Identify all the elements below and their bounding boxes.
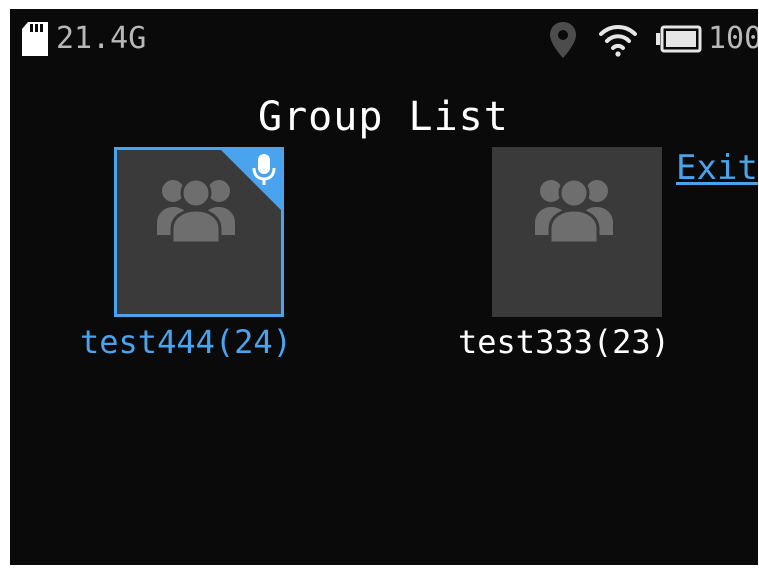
wifi-icon xyxy=(599,24,637,57)
battery-icon xyxy=(656,25,702,53)
microphone-icon xyxy=(252,154,276,185)
group-tile-test333[interactable] xyxy=(492,147,662,317)
status-bar: 21.4G 100 xyxy=(10,9,758,73)
location-icon xyxy=(550,22,576,58)
group-label-test333[interactable]: test333(23) xyxy=(458,322,670,362)
group-label-test444[interactable]: test444(24) xyxy=(80,322,292,362)
page-title: Group List xyxy=(258,94,509,140)
storage-text: 21.4G xyxy=(56,21,147,56)
sd-card-icon xyxy=(22,22,48,56)
group-tile-test444[interactable] xyxy=(114,147,284,317)
battery-level-text: 100 xyxy=(708,21,758,56)
exit-link[interactable]: Exit xyxy=(676,147,758,189)
screen: 21.4G 100 Group List Exit test444(24) te… xyxy=(10,9,758,565)
group-people-icon xyxy=(535,177,613,245)
